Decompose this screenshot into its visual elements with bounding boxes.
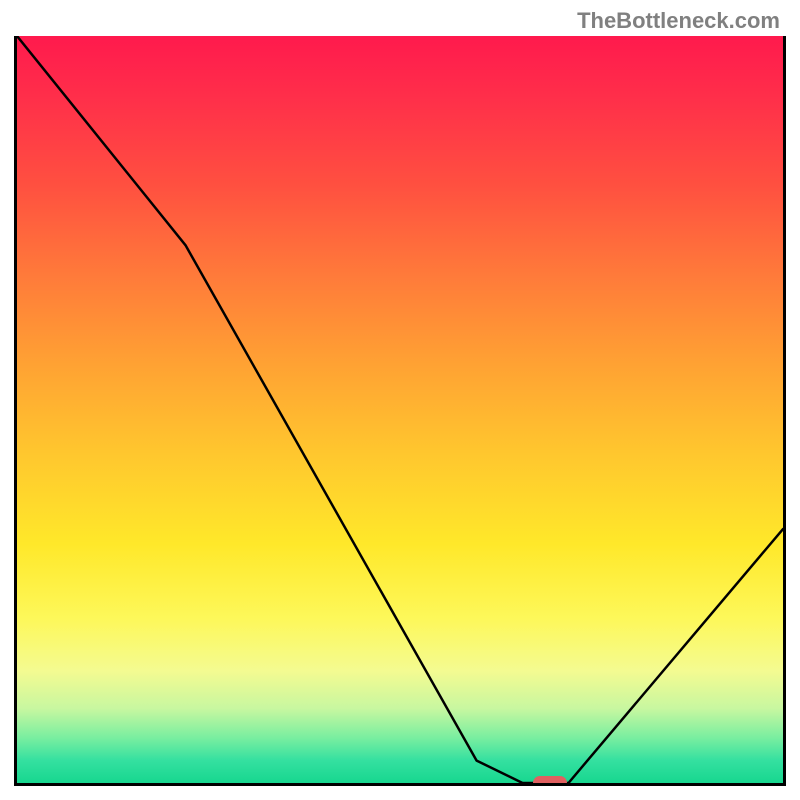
bottleneck-curve [17, 36, 783, 783]
optimal-marker [533, 776, 567, 786]
chart-area [14, 36, 786, 786]
watermark-text: TheBottleneck.com [577, 8, 780, 34]
